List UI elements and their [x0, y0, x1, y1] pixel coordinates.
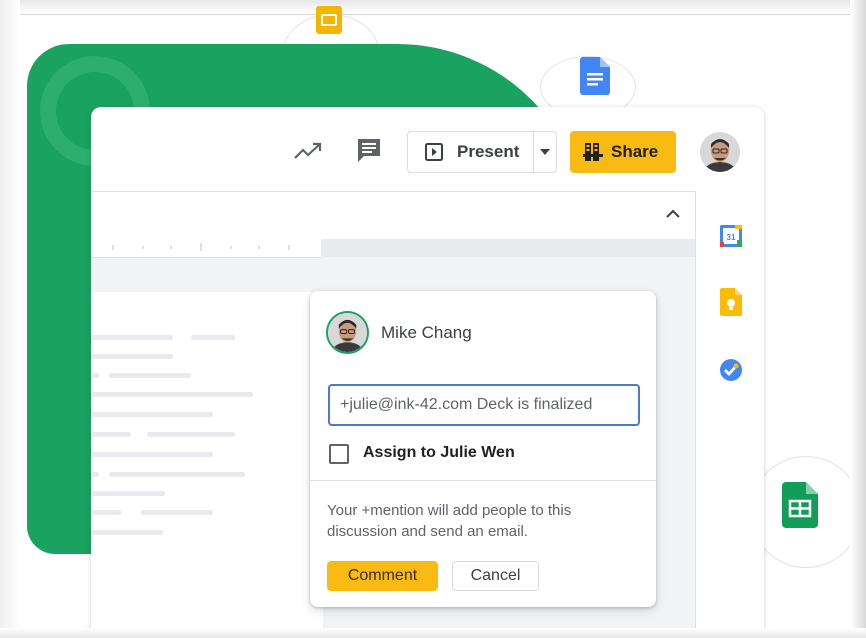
present-icon: [425, 143, 443, 161]
comment-icon[interactable]: [355, 138, 383, 162]
text-placeholder: [91, 392, 253, 397]
browser-left-edge: [0, 0, 20, 638]
present-dropdown-button[interactable]: [534, 132, 556, 172]
ruler-margin: [321, 239, 695, 257]
cancel-button[interactable]: Cancel: [452, 561, 539, 591]
text-placeholder: [141, 510, 213, 515]
avatar[interactable]: [700, 132, 740, 172]
chevron-down-icon: [540, 149, 550, 155]
present-button[interactable]: Present: [408, 132, 534, 172]
browser-right-edge: [850, 0, 866, 638]
browser-bottom-edge: [0, 628, 866, 638]
toolbar: Present Share: [91, 107, 764, 192]
text-placeholder: [91, 354, 173, 359]
text-placeholder: [91, 472, 99, 477]
chevron-up-icon[interactable]: [666, 209, 680, 218]
text-placeholder: [91, 335, 173, 340]
divider: [310, 480, 656, 481]
text-placeholder: [91, 412, 213, 417]
text-placeholder: [91, 432, 131, 437]
calendar-icon[interactable]: 31: [718, 223, 744, 249]
mention-info-text: Your +mention will add people to this di…: [327, 502, 572, 540]
menu-collapse-row: [91, 192, 695, 239]
sheets-icon: [782, 482, 818, 528]
comment-author-name: Mike Chang: [381, 323, 472, 342]
activity-trend-icon[interactable]: [294, 139, 322, 163]
browser-top-edge: [0, 0, 866, 15]
share-button[interactable]: Share: [570, 131, 676, 173]
text-placeholder: [191, 335, 235, 340]
document-page: [91, 292, 323, 638]
text-placeholder: [91, 530, 163, 535]
present-button-group: Present: [407, 131, 557, 173]
comment-input[interactable]: [328, 384, 640, 426]
avatar: [326, 311, 369, 354]
text-placeholder: [91, 491, 165, 496]
assign-label[interactable]: Assign to Julie Wen: [363, 444, 515, 462]
share-label: Share: [611, 142, 659, 161]
side-panel: 31: [695, 191, 764, 638]
comment-card: Mike Chang Assign to Julie Wen Your +men…: [310, 291, 656, 607]
slides-icon: [316, 6, 342, 34]
share-people-icon: [583, 142, 603, 162]
comment-button[interactable]: Comment: [327, 561, 438, 591]
text-placeholder: [109, 472, 245, 477]
assign-checkbox[interactable]: [329, 444, 349, 464]
docs-icon: [580, 57, 610, 95]
text-placeholder: [91, 373, 99, 378]
tasks-icon[interactable]: [718, 357, 744, 383]
text-placeholder: [109, 373, 191, 378]
ruler: [91, 239, 321, 258]
present-label: Present: [457, 142, 520, 161]
text-placeholder: [91, 452, 213, 457]
calendar-number: 31: [727, 233, 736, 242]
text-placeholder: [91, 510, 121, 515]
keep-icon[interactable]: [718, 288, 744, 316]
text-placeholder: [147, 432, 235, 437]
